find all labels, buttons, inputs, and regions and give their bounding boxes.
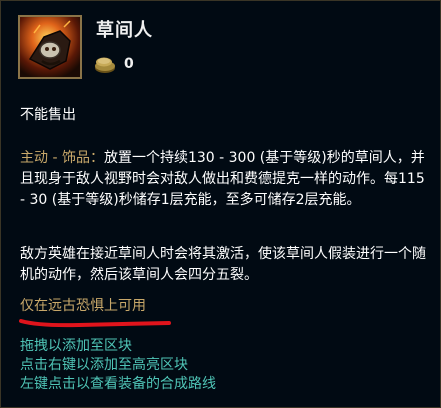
item-tooltip: 草间人 0 不能售出 主动 - 饰品：放置一个持续130 - 300 (基于等级… [0, 0, 441, 408]
red-underline-annotation [19, 319, 171, 328]
item-cost: 0 [94, 53, 134, 75]
hint-left-click-recipe: 左键点击以查看装备的合成路线 [20, 376, 216, 392]
active-description: 主动 - 饰品：放置一个持续130 - 300 (基于等级)秒的草间人，并且现身… [20, 148, 428, 211]
item-title: 草间人 [96, 20, 153, 41]
scarecrow-effigy-icon[interactable] [18, 15, 82, 79]
unsellable-text: 不能售出 [20, 107, 76, 123]
cost-value: 0 [124, 56, 134, 72]
enemy-description: 敌方英雄在接近草间人时会将其激活，使该草间人假装进行一个随机的动作，然后该草间人… [20, 246, 426, 283]
active-label: 主动 - 饰品： [20, 150, 104, 166]
hint-drag-to-block: 拖拽以添加至区块 [20, 338, 132, 354]
hint-right-click-highlight: 点击右键以添加至高亮区块 [20, 357, 188, 373]
gold-coin-icon [94, 54, 116, 74]
